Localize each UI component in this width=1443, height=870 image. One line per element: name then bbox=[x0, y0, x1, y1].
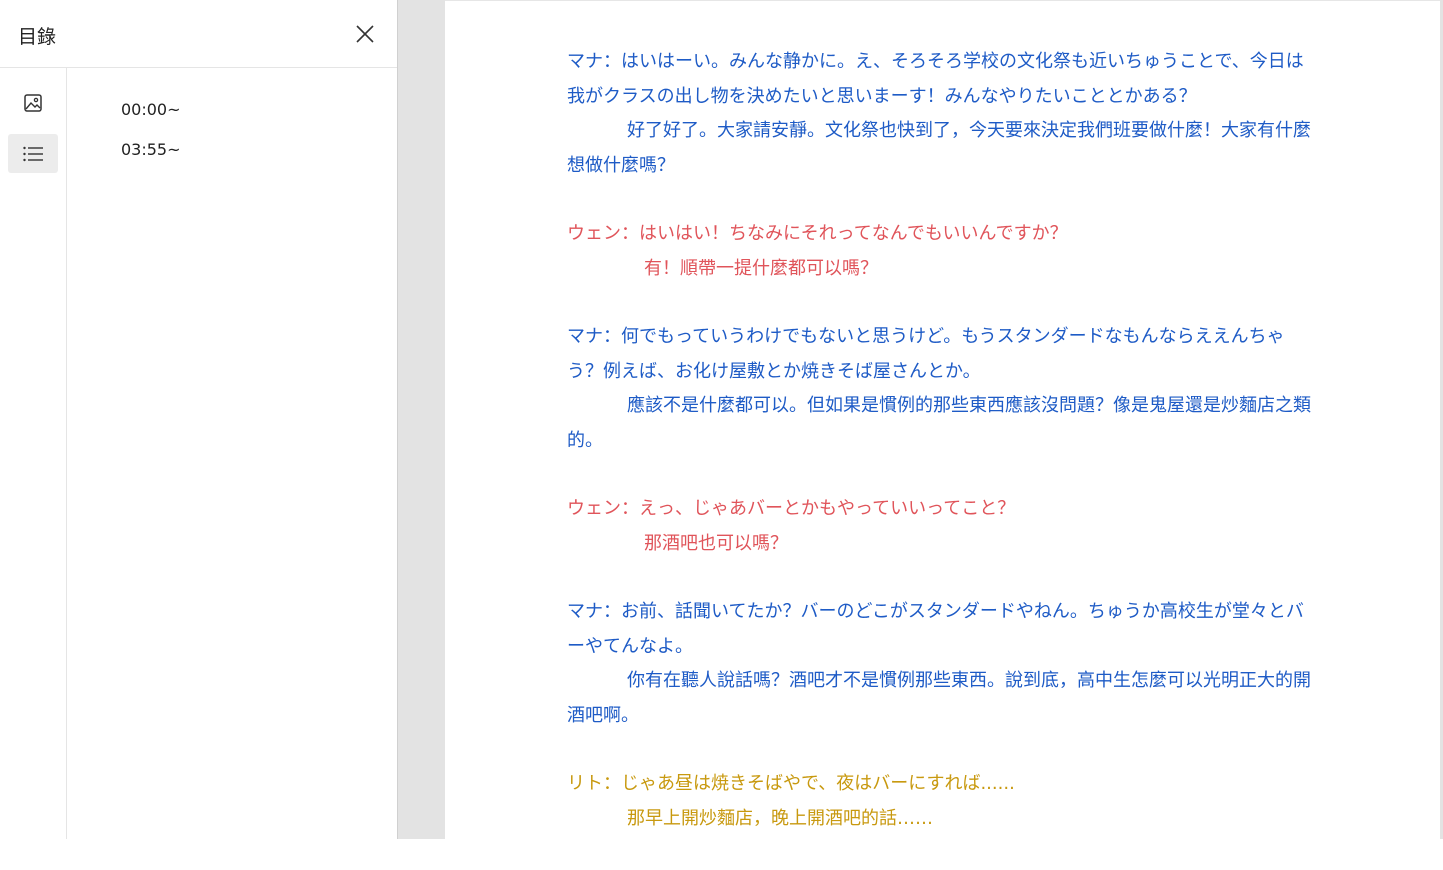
chinese-line: 好了好了。大家請安靜。文化祭也快到了，今天要來決定我們班要做什麼！大家有什麼想做… bbox=[567, 120, 1311, 176]
dialogue-block: マナ：お前、話聞いてたか？バーのどこがスタンダードやねん。ちゅうか高校生が堂々と… bbox=[567, 595, 1317, 733]
image-icon bbox=[24, 93, 42, 112]
dialogue-block: ウェン：はいはい！ちなみにそれってなんでもいいんですか？ 有！順帶一提什麼都可以… bbox=[567, 217, 1317, 286]
toc-list: 00:00~ 03:55~ bbox=[121, 98, 181, 178]
dialogue-block: マナ：はいはーい。みんな静かに。え、そろそろ学校の文化祭も近いちゅうことで、今日… bbox=[567, 45, 1317, 183]
dialogue-block: マナ：何でもっていうわけでもないと思うけど。もうスタンダードなもんならええんちゃ… bbox=[567, 320, 1317, 458]
close-icon bbox=[356, 25, 374, 43]
toc-list-button[interactable] bbox=[8, 134, 58, 173]
japanese-line: マナ：何でもっていうわけでもないと思うけど。もうスタンダードなもんならええんちゃ… bbox=[567, 326, 1285, 382]
chinese-line: 你有在聽人說話嗎？酒吧才不是慣例那些東西。說到底，高中生怎麼可以光明正大的開酒吧… bbox=[567, 670, 1311, 726]
japanese-line: リト：じゃあ昼は焼きそばやで、夜はバーにすれば...... bbox=[567, 773, 1015, 794]
japanese-line: マナ：はいはーい。みんな静かに。え、そろそろ学校の文化祭も近いちゅうことで、今日… bbox=[567, 51, 1304, 107]
japanese-line: マナ：お前、話聞いてたか？バーのどこがスタンダードやねん。ちゅうか高校生が堂々と… bbox=[567, 601, 1304, 657]
list-icon bbox=[23, 146, 43, 161]
toc-item[interactable]: 00:00~ bbox=[121, 98, 181, 138]
toc-header: 目錄 bbox=[0, 0, 397, 68]
toc-title: 目錄 bbox=[18, 26, 57, 48]
page-gutter bbox=[398, 0, 445, 839]
chinese-line: 那酒吧也可以嗎？ bbox=[644, 532, 788, 554]
toc-item[interactable]: 03:55~ bbox=[121, 138, 181, 178]
reader-page[interactable]: マナ：はいはーい。みんな静かに。え、そろそろ学校の文化祭も近いちゅうことで、今日… bbox=[445, 1, 1440, 839]
image-view-button[interactable] bbox=[8, 83, 58, 122]
japanese-line: ウェン：はいはい！ちなみにそれってなんでもいいんですか？ bbox=[567, 223, 1068, 244]
toc-panel: 目錄 00:00~ 03:55~ bbox=[0, 0, 398, 839]
icon-rail bbox=[0, 68, 67, 839]
chinese-line: 有！順帶一提什麼都可以嗎？ bbox=[644, 257, 878, 279]
chinese-line: 應該不是什麼都可以。但如果是慣例的那些東西應該沒問題？像是鬼屋還是炒麵店之類的。 bbox=[567, 395, 1311, 451]
japanese-line: ウェン：えっ、じゃあバーとかもやっていいってこと？ bbox=[567, 498, 1016, 519]
close-button[interactable] bbox=[352, 21, 378, 47]
dialogue-content: マナ：はいはーい。みんな静かに。え、そろそろ学校の文化祭も近いちゅうことで、今日… bbox=[567, 45, 1317, 870]
chinese-line: 那早上開炒麵店，晚上開酒吧的話…… bbox=[627, 807, 933, 829]
dialogue-block: ウェン：えっ、じゃあバーとかもやっていいってこと？ 那酒吧也可以嗎？ bbox=[567, 492, 1317, 561]
dialogue-block: リト：じゃあ昼は焼きそばやで、夜はバーにすれば...... 那早上開炒麵店，晚上… bbox=[567, 767, 1317, 836]
